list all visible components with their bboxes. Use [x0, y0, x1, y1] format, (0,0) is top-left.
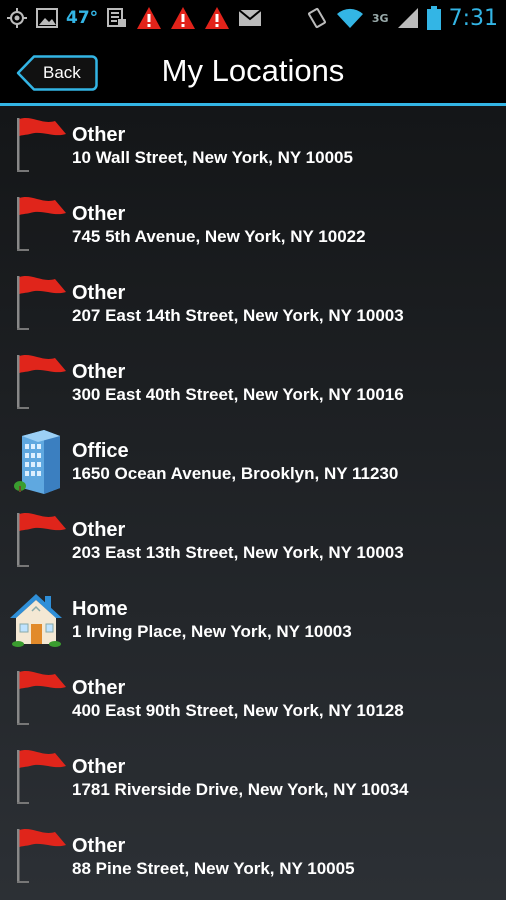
location-address: 203 East 13th Street, New York, NY 10003 [72, 542, 404, 562]
list-item[interactable]: Other 300 East 40th Street, New York, NY… [0, 343, 506, 422]
location-address: 400 East 90th Street, New York, NY 10128 [72, 700, 404, 720]
flag-icon [0, 185, 72, 264]
list-item[interactable]: Other 1781 Riverside Drive, New York, NY… [0, 738, 506, 817]
gallery-icon [36, 8, 58, 28]
list-item[interactable]: Other 745 5th Avenue, New York, NY 10022 [0, 185, 506, 264]
list-item[interactable]: Office 1650 Ocean Avenue, Brooklyn, NY 1… [0, 422, 506, 501]
flag-icon [0, 343, 72, 422]
location-address: 207 East 14th Street, New York, NY 10003 [72, 305, 404, 325]
list-item[interactable]: Home 1 Irving Place, New York, NY 10003 [0, 580, 506, 659]
flag-icon [0, 659, 72, 738]
mail-icon [238, 9, 262, 27]
location-address: 1781 Riverside Drive, New York, NY 10034 [72, 779, 409, 799]
sim-card-icon [106, 7, 128, 29]
flag-icon [0, 106, 72, 185]
location-type: Office [72, 439, 129, 462]
page-title: My Locations [161, 53, 345, 88]
location-type: Home [72, 597, 128, 620]
location-type: Other [72, 834, 126, 857]
list-item[interactable]: Other 203 East 13th Street, New York, NY… [0, 501, 506, 580]
location-address: 745 5th Avenue, New York, NY 10022 [72, 226, 366, 246]
location-address: 1 Irving Place, New York, NY 10003 [72, 621, 352, 641]
flag-icon [0, 817, 72, 896]
list-item[interactable]: Other 400 East 90th Street, New York, NY… [0, 659, 506, 738]
house-icon [0, 580, 72, 659]
location-address: 300 East 40th Street, New York, NY 10016 [72, 384, 404, 404]
location-type: Other [72, 123, 126, 146]
battery-icon [426, 6, 441, 30]
location-type: Other [72, 518, 126, 541]
network-type-text: 3G [371, 11, 389, 25]
temperature-text: 47° [66, 8, 99, 28]
warning-icon [136, 6, 162, 30]
vibrate-icon [306, 7, 328, 29]
flag-icon [0, 264, 72, 343]
warning-icon [170, 6, 196, 30]
list-item[interactable]: Other 10 Wall Street, New York, NY 10005 [0, 106, 506, 185]
locations-list: Other 10 Wall Street, New York, NY 10005… [0, 106, 506, 900]
flag-icon [0, 501, 72, 580]
list-item[interactable]: Other 88 Pine Street, New York, NY 10005 [0, 817, 506, 896]
location-address: 10 Wall Street, New York, NY 10005 [72, 147, 353, 167]
location-type: Other [72, 281, 126, 304]
office-building-icon [0, 422, 72, 501]
flag-icon [0, 738, 72, 817]
warning-icon [204, 6, 230, 30]
status-bar: 47° 3G 7:31 [0, 0, 506, 36]
list-item[interactable]: Other 207 East 14th Street, New York, NY… [0, 264, 506, 343]
signal-icon [397, 7, 419, 29]
clock-text: 7:31 [448, 5, 498, 31]
location-type: Other [72, 755, 126, 778]
wifi-icon [336, 7, 364, 29]
gps-icon [6, 7, 28, 29]
location-type: Other [72, 676, 126, 699]
location-type: Other [72, 360, 126, 383]
location-address: 88 Pine Street, New York, NY 10005 [72, 858, 355, 878]
header: Back My Locations [0, 36, 506, 106]
location-type: Other [72, 202, 126, 225]
location-address: 1650 Ocean Avenue, Brooklyn, NY 11230 [72, 463, 399, 483]
